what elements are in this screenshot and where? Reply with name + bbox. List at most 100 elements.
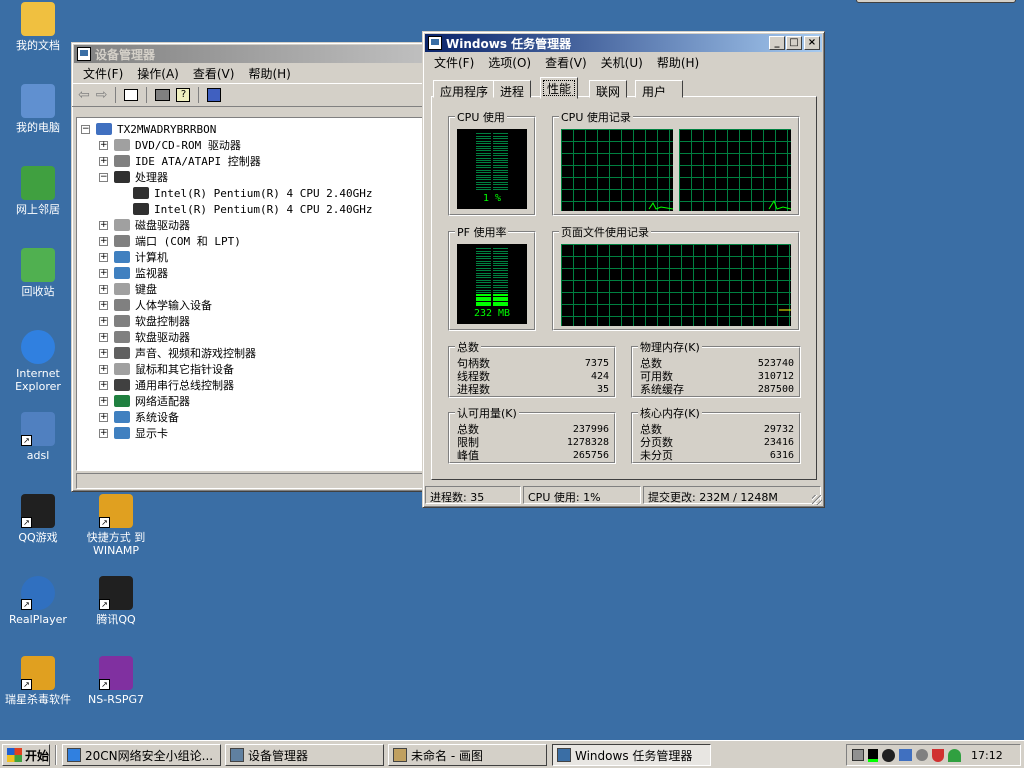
desktop-icon-8[interactable]: ↗ RealPlayer xyxy=(0,576,76,626)
forward-arrow-icon[interactable]: ⇨ xyxy=(96,87,108,103)
tab-users[interactable]: 用户 xyxy=(635,80,684,99)
expand-icon[interactable]: + xyxy=(99,300,108,310)
tree-item[interactable]: − TX2MWADRYBRRBON xyxy=(81,121,216,137)
menu-file[interactable]: 文件(F) xyxy=(76,65,130,82)
collapse-icon[interactable]: − xyxy=(99,172,108,182)
close-button[interactable]: × xyxy=(804,36,820,50)
tree-item[interactable]: + 显示卡 xyxy=(99,425,168,441)
device-manager-titlebar[interactable]: 设备管理器 xyxy=(74,45,428,63)
expand-icon[interactable]: + xyxy=(99,236,108,246)
expand-icon[interactable]: + xyxy=(99,156,108,166)
tree-item[interactable]: + 系统设备 xyxy=(99,409,179,425)
task-manager-titlebar[interactable]: Windows 任务管理器 _ □ × xyxy=(425,34,822,52)
cpu-meter-tray-icon[interactable] xyxy=(868,748,878,762)
meter-segment xyxy=(493,155,508,157)
expand-icon[interactable]: + xyxy=(99,412,108,422)
tree-item[interactable]: + 软盘驱动器 xyxy=(99,329,190,345)
menu-help[interactable]: 帮助(H) xyxy=(241,65,297,82)
expand-icon[interactable]: + xyxy=(99,252,108,262)
show-hide-tree-icon[interactable] xyxy=(124,89,139,101)
print-icon[interactable] xyxy=(155,89,171,101)
resize-grip-icon[interactable] xyxy=(812,495,822,505)
expand-icon[interactable]: + xyxy=(99,428,108,438)
tree-item[interactable]: + 鼠标和其它指针设备 xyxy=(99,361,234,377)
expand-icon[interactable]: + xyxy=(99,348,108,358)
desktop-icon-4[interactable]: Internet Explorer xyxy=(0,330,76,393)
device-tree[interactable]: − TX2MWADRYBRRBON + DVD/CD-ROM 驱动器 + IDE ATA/… xyxy=(76,117,426,471)
desktop-icon-9[interactable]: ↗ 腾讯QQ xyxy=(78,576,154,626)
clock[interactable]: 17:12 xyxy=(971,749,1003,762)
tab-networking[interactable]: 联网 xyxy=(589,80,628,99)
tree-item[interactable]: + 软盘控制器 xyxy=(99,313,190,329)
tree-item[interactable]: + 键盘 xyxy=(99,281,157,297)
tm-menu-options[interactable]: 选项(O) xyxy=(481,54,538,71)
desktop-icon-2[interactable]: 网上邻居 xyxy=(0,166,76,216)
desktop-icon-11[interactable]: ↗ NS-RSPG7 xyxy=(78,656,154,706)
tm-menu-view[interactable]: 查看(V) xyxy=(538,54,594,71)
properties-icon[interactable]: ? xyxy=(176,88,191,102)
desktop-icon-1[interactable]: 我的电脑 xyxy=(0,84,76,134)
task-manager-window[interactable]: Windows 任务管理器 _ □ × 文件(F) 选项(O) 查看(V) 关机… xyxy=(422,31,825,508)
pf-history-graph xyxy=(561,244,791,326)
meter-segment xyxy=(493,277,508,279)
expand-icon[interactable]: + xyxy=(99,220,108,230)
desktop-icon-0[interactable]: 我的文档 xyxy=(0,2,76,52)
taskbar-button-paint[interactable]: 未命名 - 画图 xyxy=(388,744,547,766)
expand-icon[interactable]: + xyxy=(99,140,108,150)
tm-menu-shutdown[interactable]: 关机(U) xyxy=(594,54,650,71)
desktop-icon-3[interactable]: 回收站 xyxy=(0,248,76,298)
tree-item[interactable]: + 端口 (COM 和 LPT) xyxy=(99,233,241,249)
meter-segment xyxy=(476,189,491,190)
tree-item[interactable]: Intel(R) Pentium(R) 4 CPU 2.40GHz xyxy=(133,201,373,217)
stat-label: 进程数 xyxy=(457,383,490,396)
tree-item[interactable]: + 计算机 xyxy=(99,249,168,265)
expand-icon[interactable]: + xyxy=(99,268,108,278)
start-button[interactable]: 开始 xyxy=(2,744,50,766)
printer-tray-icon[interactable] xyxy=(852,749,864,761)
desktop-icon-6[interactable]: ↗ QQ游戏 xyxy=(0,494,76,544)
tree-item[interactable]: Intel(R) Pentium(R) 4 CPU 2.40GHz xyxy=(133,185,373,201)
tm-menu-help[interactable]: 帮助(H) xyxy=(650,54,706,71)
qq-tray-icon[interactable] xyxy=(882,748,895,762)
expand-icon[interactable]: + xyxy=(99,316,108,326)
tab-performance[interactable]: 性能 xyxy=(540,77,579,99)
back-arrow-icon[interactable]: ⇦ xyxy=(78,87,90,103)
tree-item[interactable]: + 监视器 xyxy=(99,265,168,281)
network-tray-icon[interactable] xyxy=(899,749,912,761)
menu-action[interactable]: 操作(A) xyxy=(130,65,186,82)
desktop-icon-7[interactable]: ↗ 快捷方式 到 WINAMP xyxy=(78,494,154,557)
tree-item[interactable]: + IDE ATA/ATAPI 控制器 xyxy=(99,153,261,169)
device-category-icon xyxy=(114,363,130,375)
expand-icon[interactable]: + xyxy=(99,284,108,294)
tab-processes[interactable]: 进程 xyxy=(493,80,532,99)
umbrella-tray-icon[interactable] xyxy=(948,748,961,762)
expand-icon[interactable]: + xyxy=(99,380,108,390)
tm-menu-file[interactable]: 文件(F) xyxy=(427,54,481,71)
expand-icon[interactable]: + xyxy=(99,364,108,374)
meter-segment xyxy=(493,169,508,171)
tree-item[interactable]: − 处理器 xyxy=(99,169,168,185)
maximize-button[interactable]: □ xyxy=(786,36,802,50)
taskbar-button-task-manager[interactable]: Windows 任务管理器 xyxy=(552,744,711,766)
tree-item[interactable]: + 人体学输入设备 xyxy=(99,297,212,313)
taskbar-button-forum[interactable]: 20CN网络安全小组论... xyxy=(62,744,221,766)
tree-item[interactable]: + 声音、视频和游戏控制器 xyxy=(99,345,256,361)
tree-item[interactable]: + 通用串行总线控制器 xyxy=(99,377,234,393)
collapse-icon[interactable]: − xyxy=(81,124,90,134)
tree-item[interactable]: + 网络适配器 xyxy=(99,393,190,409)
tree-item[interactable]: + DVD/CD-ROM 驱动器 xyxy=(99,137,241,153)
expand-icon[interactable]: + xyxy=(99,332,108,342)
desktop-icon-5[interactable]: ↗ adsl xyxy=(0,412,76,462)
menu-view[interactable]: 查看(V) xyxy=(186,65,242,82)
tab-applications[interactable]: 应用程序 xyxy=(433,80,496,99)
device-manager-window[interactable]: 设备管理器 文件(F) 操作(A) 查看(V) 帮助(H) ⇦ ⇨ ? − TX2… xyxy=(71,42,431,492)
antivirus-tray-icon[interactable] xyxy=(916,749,928,761)
taskbar-button-device-manager[interactable]: 设备管理器 xyxy=(225,744,384,766)
taskbar-button-device-manager-label: 设备管理器 xyxy=(248,748,309,763)
tree-item[interactable]: + 磁盘驱动器 xyxy=(99,217,190,233)
scan-hardware-icon[interactable] xyxy=(207,88,222,102)
desktop-icon-10[interactable]: ↗ 瑞星杀毒软件 xyxy=(0,656,76,706)
minimize-button[interactable]: _ xyxy=(769,36,785,50)
expand-icon[interactable]: + xyxy=(99,396,108,406)
shield-tray-icon[interactable] xyxy=(932,748,944,762)
